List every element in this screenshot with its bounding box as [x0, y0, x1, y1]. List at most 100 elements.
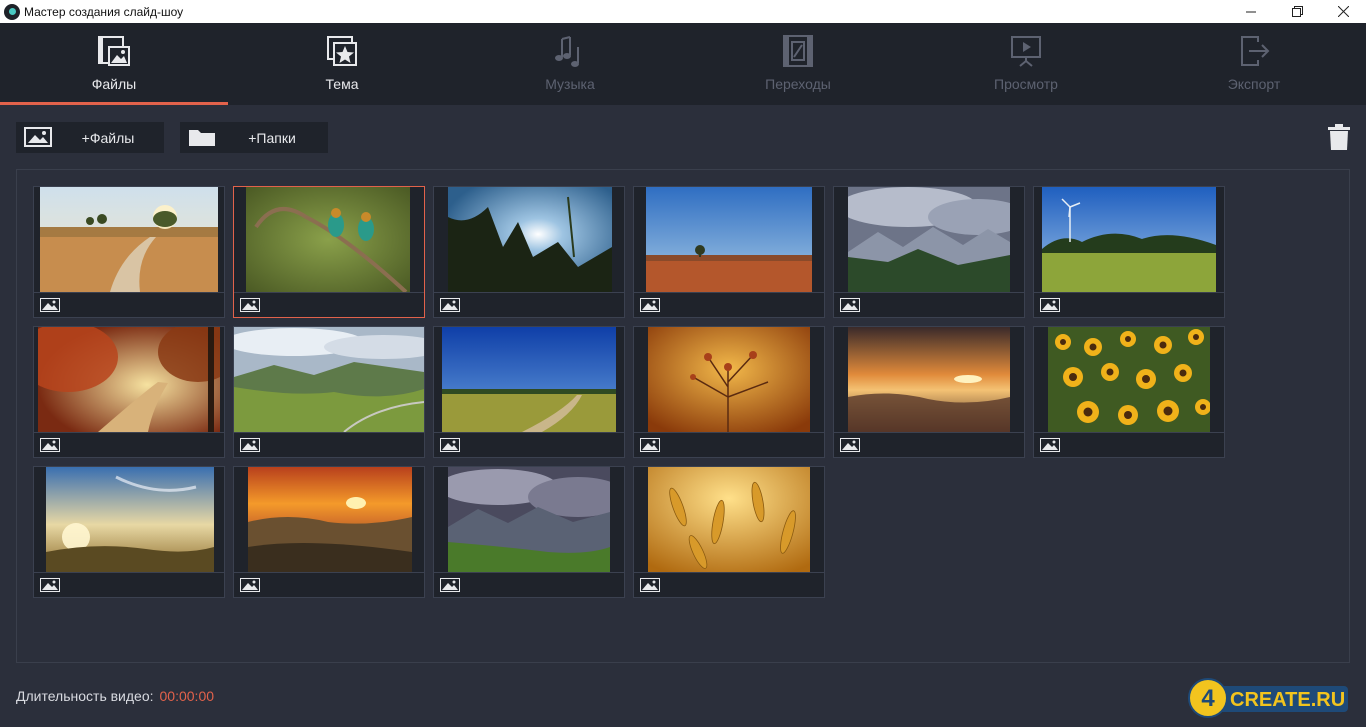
card-footer — [34, 572, 224, 597]
card-footer — [634, 292, 824, 317]
tab-label: Просмотр — [994, 76, 1058, 92]
image-type-icon — [240, 298, 260, 312]
step-navigation: Файлы Тема Музыка Переходы Просмотр Эксп… — [0, 23, 1366, 105]
preview-screen-icon — [1011, 36, 1041, 67]
image-type-icon — [840, 438, 860, 452]
duration-label: Длительность видео: — [16, 688, 154, 704]
card-footer — [834, 432, 1024, 457]
card-footer — [234, 292, 424, 317]
thumbnail-frame — [438, 467, 620, 572]
media-item-5[interactable] — [833, 186, 1025, 318]
photo-road-field — [40, 187, 218, 292]
card-footer — [634, 572, 824, 597]
film-transition-icon — [783, 35, 813, 67]
media-item-14[interactable] — [233, 466, 425, 598]
photo-autumn-forest — [38, 327, 220, 432]
media-item-9[interactable] — [433, 326, 625, 458]
svg-text:CREATE.RU: CREATE.RU — [1230, 689, 1345, 711]
video-duration: Длительность видео: 00:00:00 — [16, 688, 214, 704]
card-footer — [634, 432, 824, 457]
image-type-icon — [440, 578, 460, 592]
close-button[interactable] — [1320, 0, 1366, 23]
minimize-icon — [1246, 11, 1256, 12]
image-type-icon — [40, 578, 60, 592]
music-notes-icon — [555, 36, 579, 67]
photo-misty-sunrise — [46, 467, 214, 572]
tab-label: Музыка — [545, 76, 595, 92]
media-item-2[interactable] — [233, 186, 425, 318]
add-folders-button[interactable]: +Папки — [180, 122, 328, 153]
thumbnail-frame — [234, 327, 424, 432]
thumbnail-frame — [838, 187, 1020, 292]
media-item-13[interactable] — [33, 466, 225, 598]
photo-dry-flowers — [648, 327, 810, 432]
media-item-3[interactable] — [433, 186, 625, 318]
thumbnail-frame — [238, 467, 420, 572]
thumbnail-frame — [238, 187, 420, 292]
tab-label: Файлы — [91, 76, 137, 92]
image-type-icon — [1040, 298, 1060, 312]
tab-preview[interactable]: Просмотр — [912, 23, 1140, 105]
card-footer — [834, 292, 1024, 317]
photo-sea-sunset — [848, 327, 1010, 432]
photo-green-valley — [234, 327, 424, 432]
thumbnail-frame — [438, 187, 620, 292]
card-footer — [434, 572, 624, 597]
card-footer — [1034, 432, 1224, 457]
media-item-11[interactable] — [833, 326, 1025, 458]
media-item-1[interactable] — [33, 186, 225, 318]
card-footer — [434, 432, 624, 457]
photo-orange-sunset — [248, 467, 412, 572]
thumbnail-frame — [38, 327, 220, 432]
photo-stormy-mountains — [448, 467, 610, 572]
card-footer — [434, 292, 624, 317]
thumbnail-frame — [1038, 187, 1220, 292]
svg-text:4: 4 — [1201, 685, 1215, 712]
photo-wind-turbines — [1042, 187, 1216, 292]
tab-files[interactable]: Файлы — [0, 23, 228, 105]
card-footer — [234, 572, 424, 597]
media-item-15[interactable] — [433, 466, 625, 598]
window-title: Мастер создания слайд-шоу — [24, 4, 184, 19]
tab-music[interactable]: Музыка — [456, 23, 684, 105]
media-item-6[interactable] — [1033, 186, 1225, 318]
image-icon — [24, 127, 52, 147]
tab-transitions[interactable]: Переходы — [684, 23, 912, 105]
photo-mountain-valley — [848, 187, 1010, 292]
thumbnail-frame — [638, 467, 820, 572]
media-item-10[interactable] — [633, 326, 825, 458]
image-type-icon — [240, 578, 260, 592]
add-files-label: +Файлы — [81, 129, 135, 146]
media-gallery — [16, 169, 1350, 663]
tab-label: Экспорт — [1227, 76, 1281, 92]
tab-label: Тема — [325, 76, 359, 92]
thumbnail-frame — [38, 187, 220, 292]
tab-export[interactable]: Экспорт — [1140, 23, 1366, 105]
image-type-icon — [440, 438, 460, 452]
restore-icon — [1291, 6, 1303, 17]
thumbnail-frame — [638, 187, 820, 292]
media-item-4[interactable] — [633, 186, 825, 318]
add-folders-label: +Папки — [248, 129, 296, 146]
image-type-icon — [640, 438, 660, 452]
trash-icon[interactable] — [1328, 124, 1350, 150]
media-item-7[interactable] — [33, 326, 225, 458]
minimize-button[interactable] — [1228, 0, 1274, 23]
close-icon — [1337, 6, 1349, 17]
photo-birds-branch — [246, 187, 410, 292]
image-type-icon — [240, 438, 260, 452]
app-logo-icon — [4, 3, 20, 20]
photo-red-field — [646, 187, 812, 292]
card-footer — [1034, 292, 1224, 317]
thumbnail-frame — [438, 327, 620, 432]
media-item-16[interactable] — [633, 466, 825, 598]
photo-grass-sun — [448, 187, 612, 292]
thumbnail-frame — [838, 327, 1020, 432]
image-type-icon — [440, 298, 460, 312]
card-footer — [34, 292, 224, 317]
media-item-12[interactable] — [1033, 326, 1225, 458]
tab-theme[interactable]: Тема — [228, 23, 456, 105]
media-item-8[interactable] — [233, 326, 425, 458]
add-files-button[interactable]: +Файлы — [16, 122, 164, 153]
restore-button[interactable] — [1274, 0, 1320, 23]
